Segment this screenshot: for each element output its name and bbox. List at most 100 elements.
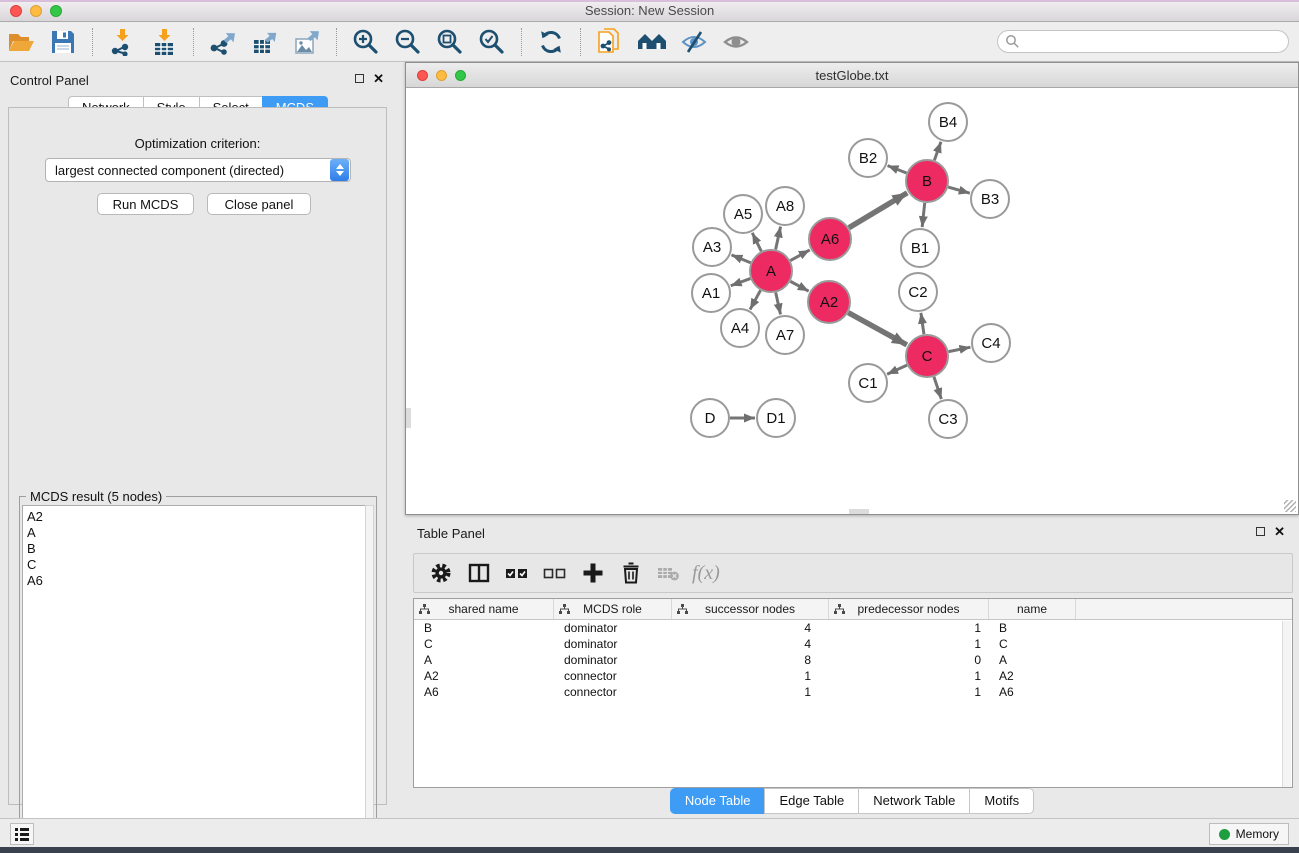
refresh-icon[interactable] (534, 25, 568, 59)
table-row-A[interactable]: Adominator80A (414, 652, 1292, 668)
export-table-icon[interactable] (248, 25, 282, 59)
cell-successor-nodes[interactable]: 1 (672, 685, 829, 699)
graph-node-B4[interactable]: B4 (929, 103, 967, 141)
graph-node-A7[interactable]: A7 (766, 316, 804, 354)
mcds-result-item[interactable]: A (27, 525, 365, 541)
graph-node-D1[interactable]: D1 (757, 399, 795, 437)
float-panel-icon[interactable] (355, 74, 364, 83)
graph-edge-A2-C[interactable] (848, 313, 907, 345)
graph-node-C4[interactable]: C4 (972, 324, 1010, 362)
close-panel-icon[interactable]: ✕ (373, 74, 384, 83)
mcds-result-scrollbar[interactable] (365, 505, 374, 835)
tab-edge-table[interactable]: Edge Table (764, 788, 858, 814)
deselect-all-icon[interactable] (539, 557, 571, 589)
graph-node-B2[interactable]: B2 (849, 139, 887, 177)
graph-node-A4[interactable]: A4 (721, 309, 759, 347)
cell-successor-nodes[interactable]: 4 (672, 621, 829, 635)
open-session-icon[interactable] (4, 25, 38, 59)
criterion-dropdown[interactable]: largest connected component (directed) (45, 158, 351, 182)
tab-node-table[interactable]: Node Table (670, 788, 765, 814)
cell-predecessor-nodes[interactable]: 1 (829, 621, 989, 635)
graph-edge-A-A7[interactable] (776, 292, 781, 314)
cell-predecessor-nodes[interactable]: 0 (829, 653, 989, 667)
cell-MCDS-role[interactable]: dominator (554, 637, 672, 651)
cell-name[interactable]: C (989, 637, 1076, 651)
graph-edge-C-C4[interactable] (949, 347, 971, 351)
export-image-icon[interactable] (290, 25, 324, 59)
close-panel-button[interactable]: Close panel (207, 193, 311, 215)
table-scrollbar[interactable] (1282, 621, 1291, 787)
cell-predecessor-nodes[interactable]: 1 (829, 669, 989, 683)
export-network-icon[interactable] (206, 25, 240, 59)
graph-edge-C-C1[interactable] (887, 365, 907, 374)
task-history-button[interactable] (10, 823, 34, 845)
cell-predecessor-nodes[interactable]: 1 (829, 685, 989, 699)
cell-MCDS-role[interactable]: connector (554, 669, 672, 683)
cell-successor-nodes[interactable]: 1 (672, 669, 829, 683)
column-header-MCDS-role[interactable]: MCDS role (554, 599, 672, 619)
save-session-icon[interactable] (46, 25, 80, 59)
cell-shared-name[interactable]: A2 (414, 669, 554, 683)
graph-edge-A-A2[interactable] (790, 281, 808, 291)
table-row-A2[interactable]: A2connector11A2 (414, 668, 1292, 684)
cell-MCDS-role[interactable]: dominator (554, 621, 672, 635)
graph-edge-A-A1[interactable] (731, 279, 751, 286)
graph-edge-A-A5[interactable] (752, 233, 761, 251)
cell-predecessor-nodes[interactable]: 1 (829, 637, 989, 651)
network-graph[interactable]: B4B2BB3A8A5A6A3B1AC2A1A2A4A7C4CC1DD1C3 (406, 88, 1298, 514)
graph-node-B1[interactable]: B1 (901, 229, 939, 267)
select-all-icon[interactable] (501, 557, 533, 589)
graph-edge-B-B3[interactable] (948, 187, 970, 193)
column-header-predecessor-nodes[interactable]: predecessor nodes (829, 599, 989, 619)
tab-network-table[interactable]: Network Table (858, 788, 969, 814)
column-header-name[interactable]: name (989, 599, 1076, 619)
graph-edge-A-A4[interactable] (750, 290, 760, 309)
cell-shared-name[interactable]: A6 (414, 685, 554, 699)
import-network-icon[interactable] (105, 25, 139, 59)
search-field[interactable] (997, 30, 1289, 53)
graph-node-A6[interactable]: A6 (809, 218, 851, 260)
toggle-birds-eye-view-icon[interactable] (719, 25, 753, 59)
graph-edge-C-C2[interactable] (921, 313, 924, 334)
mcds-result-item[interactable]: A6 (27, 573, 365, 589)
graph-node-A[interactable]: A (750, 250, 792, 292)
zoom-fit-icon[interactable] (433, 25, 467, 59)
table-row-C[interactable]: Cdominator41C (414, 636, 1292, 652)
cell-name[interactable]: B (989, 621, 1076, 635)
node-table[interactable]: shared nameMCDS rolesuccessor nodesprede… (413, 598, 1293, 788)
memory-button[interactable]: Memory (1209, 823, 1289, 845)
graph-node-C2[interactable]: C2 (899, 273, 937, 311)
network-canvas[interactable]: B4B2BB3A8A5A6A3B1AC2A1A2A4A7C4CC1DD1C3 (406, 88, 1298, 514)
home-icon[interactable] (635, 25, 669, 59)
graph-node-A1[interactable]: A1 (692, 274, 730, 312)
new-network-icon[interactable] (593, 25, 627, 59)
graph-node-D[interactable]: D (691, 399, 729, 437)
graph-edge-B-B1[interactable] (922, 203, 925, 227)
graph-edge-A-A3[interactable] (731, 255, 750, 263)
mcds-result-list[interactable]: A2ABCA6 (22, 505, 366, 835)
cell-MCDS-role[interactable]: connector (554, 685, 672, 699)
cell-name[interactable]: A6 (989, 685, 1076, 699)
graph-edge-A-A8[interactable] (776, 227, 781, 250)
cell-shared-name[interactable]: C (414, 637, 554, 651)
cell-MCDS-role[interactable]: dominator (554, 653, 672, 667)
cell-name[interactable]: A2 (989, 669, 1076, 683)
graph-node-A3[interactable]: A3 (693, 228, 731, 266)
zoom-out-icon[interactable] (391, 25, 425, 59)
run-mcds-button[interactable]: Run MCDS (97, 193, 194, 215)
cell-successor-nodes[interactable]: 8 (672, 653, 829, 667)
table-row-A6[interactable]: A6connector11A6 (414, 684, 1292, 700)
search-input[interactable] (1020, 33, 1288, 51)
graph-node-C1[interactable]: C1 (849, 364, 887, 402)
graph-edge-B-B2[interactable] (888, 166, 907, 173)
graph-edge-A-A6[interactable] (790, 250, 809, 261)
column-header-shared-name[interactable]: shared name (414, 599, 554, 619)
mcds-result-item[interactable]: B (27, 541, 365, 557)
column-header-successor-nodes[interactable]: successor nodes (672, 599, 829, 619)
import-table-icon[interactable] (147, 25, 181, 59)
column-options-icon[interactable] (463, 557, 495, 589)
add-column-icon[interactable] (577, 557, 609, 589)
graph-edge-A6-B[interactable] (849, 193, 907, 228)
function-builder-icon[interactable]: f(x) (692, 562, 720, 585)
delete-column-icon[interactable] (615, 557, 647, 589)
